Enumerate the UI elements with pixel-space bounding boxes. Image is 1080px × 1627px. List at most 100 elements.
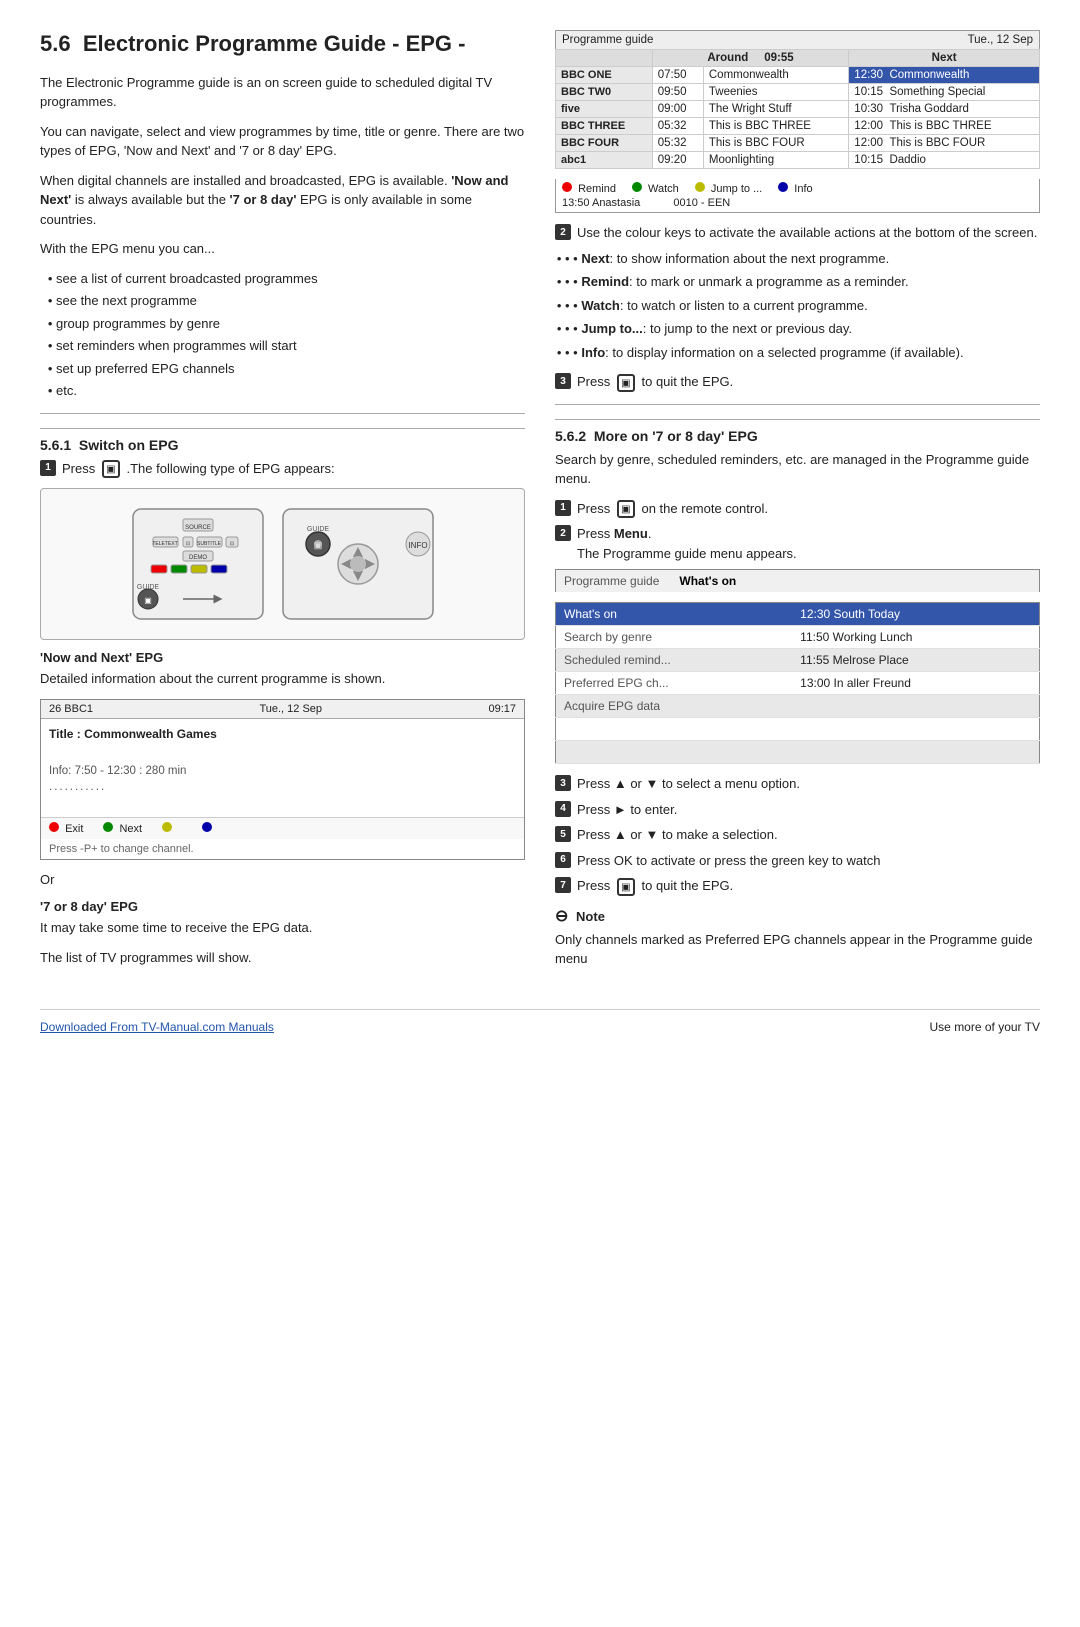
around-prog: This is BBC THREE [703,118,848,135]
day-epg-heading: '7 or 8 day' EPG [40,899,525,914]
step-2-content: Use the colour keys to activate the avai… [577,223,1040,243]
table-row [556,741,1040,764]
epg-footer-item: Next [103,822,142,835]
next-prog: 12:00 This is BBC FOUR [849,135,1040,152]
footer-anastasia: 13:50 Anastasia [562,197,640,209]
epg-channel: 26 BBC1 [49,703,93,715]
footer-right: Use more of your TV [930,1020,1040,1034]
feature-item: see a list of current broadcasted progra… [56,269,525,289]
prog-table-head-row: Around 09:55 Next [556,50,1040,67]
table-row [556,718,1040,741]
around-time: 09:50 [652,84,703,101]
epg-box-header: 26 BBC1 Tue., 12 Sep 09:17 [41,700,524,719]
bullet-jump: • Jump to...: to jump to the next or pre… [565,319,1040,339]
menu-table-header: Programme guide What's on [555,569,1040,592]
menu-value-cell: 12:30 South Today [792,603,1039,626]
blue-dot [778,182,788,192]
step-m1-press: Press [577,501,610,516]
step-num-a7: 7 [555,877,571,893]
info-desc: : to display information on a selected p… [605,345,963,360]
next-prog: 10:30 Trisha Goddard [849,101,1040,118]
prog-guide-section: Programme guide Tue., 12 Sep Around 09:5… [555,30,1040,213]
menu-label-cell: What's on [556,603,793,626]
menu-empty-cell [556,741,793,764]
feature-item: set up preferred EPG channels [56,359,525,379]
around-prog: Moonlighting [703,152,848,169]
step-num-a4: 4 [555,801,571,817]
svg-text:⊡: ⊡ [229,541,233,547]
remote-illustration: SOURCE TELETEXT ⊡ SUBTITLE ⊡ DEMO [40,488,525,640]
channel-cell: BBC ONE [556,67,653,84]
step-3: 3 Press ▣ to quit the EPG. [555,372,1040,392]
jump-label: Jump to ... [711,183,762,195]
bullet-next: • Next: to show information about the ne… [565,249,1040,269]
step-2: 2 Use the colour keys to activate the av… [555,223,1040,243]
page-layout: 5.6 Electronic Programme Guide - EPG - T… [40,30,1040,1034]
menu-empty-cell [792,741,1039,764]
step-num-2: 2 [555,224,571,240]
red-dot [562,182,572,192]
menu-label-cell: Preferred EPG ch... [556,672,793,695]
table-row: Preferred EPG ch... 13:00 In aller Freun… [556,672,1040,695]
green-dot-icon [103,822,113,832]
now-next-desc: Detailed information about the current p… [40,669,525,689]
menu-header-col1: Programme guide [564,574,659,588]
subsection-562: 5.6.2 More on '7 or 8 day' EPG [555,419,1040,444]
around-prog: Commonwealth [703,67,848,84]
note-title: ⊖ Note [555,906,1040,926]
now-next-epg-box: 26 BBC1 Tue., 12 Sep 09:17 Title : Commo… [40,699,525,860]
day-epg-desc2: The list of TV programmes will show. [40,948,525,968]
next-prog: 10:15 Daddio [849,152,1040,169]
footer-een: 0010 - EEN [673,197,730,209]
menu-table-body: What's on 12:30 South Today Search by ge… [556,603,1040,764]
footer-link[interactable]: Downloaded From TV-Manual.com Manuals [40,1020,274,1034]
remind-btn: Remind [562,182,616,195]
step-1-suffix: .The following type of EPG appears: [126,461,334,476]
prog-footer-bottom: 13:50 Anastasia 0010 - EEN [562,197,1033,209]
intro-p4: With the EPG menu you can... [40,239,525,259]
table-row: abc1 09:20 Moonlighting 10:15 Daddio [556,152,1040,169]
exit-label: Exit [65,823,83,835]
menu-value-cell: 11:50 Working Lunch [792,626,1039,649]
guide-quit-icon: ▣ [617,374,635,392]
yellow-dot-icon [162,822,172,832]
remote-svg: SOURCE TELETEXT ⊡ SUBTITLE ⊡ DEMO [123,499,443,629]
section-number: 5.6 [40,31,71,56]
menu-label-cell: Search by genre [556,626,793,649]
now-next-heading: 'Now and Next' EPG [40,650,525,665]
next-prog: 10:15 Something Special [849,84,1040,101]
step-a7-press: Press [577,878,610,893]
around-prog: The Wright Stuff [703,101,848,118]
channel-cell: five [556,101,653,118]
prog-guide-header: Programme guide Tue., 12 Sep [555,30,1040,49]
or-text: Or [40,870,525,890]
note-text: Only channels marked as Preferred EPG ch… [555,930,1040,969]
guide-icon-m1: ▣ [617,500,635,518]
info-btn: Info [778,182,812,195]
th-around: Around 09:55 [652,50,849,67]
step-1-switch: 1 Press ▣ .The following type of EPG app… [40,459,525,479]
step-num-a5: 5 [555,826,571,842]
step-num-m1: 1 [555,500,571,516]
after-step-3: 3 Press ▲ or ▼ to select a menu option. [555,774,1040,794]
after-step-6: 6 Press OK to activate or press the gree… [555,851,1040,871]
epg-programme-info: Info: 7:50 - 12:30 : 280 min [49,765,516,777]
prog-footer-buttons: Remind Watch Jump to ... Info [562,182,1033,195]
step-m2-press: Press [577,526,610,541]
subsection-number: 5.6.1 [40,437,71,453]
prog-guide-label: Programme guide [562,34,653,46]
table-row: Scheduled remind... 11:55 Melrose Place [556,649,1040,672]
step-num-m2: 2 [555,525,571,541]
step-a4-content: Press ► to enter. [577,800,1040,820]
more-epg-step2: 2 Press Menu. The Programme guide menu a… [555,524,1040,563]
subsection-562-title: More on '7 or 8 day' EPG [594,428,758,444]
more-epg-step1: 1 Press ▣ on the remote control. [555,499,1040,519]
guide-quit-icon-7: ▣ [617,878,635,896]
watch-label: Watch [648,183,679,195]
remind-desc: : to mark or unmark a programme as a rem… [629,274,909,289]
feature-item: group programmes by genre [56,314,525,334]
step3-press: Press [577,374,610,389]
svg-text:⊡: ⊡ [185,541,189,547]
svg-text:SUBTITLE: SUBTITLE [197,541,222,547]
step-a7-content: Press ▣ to quit the EPG. [577,876,1040,896]
